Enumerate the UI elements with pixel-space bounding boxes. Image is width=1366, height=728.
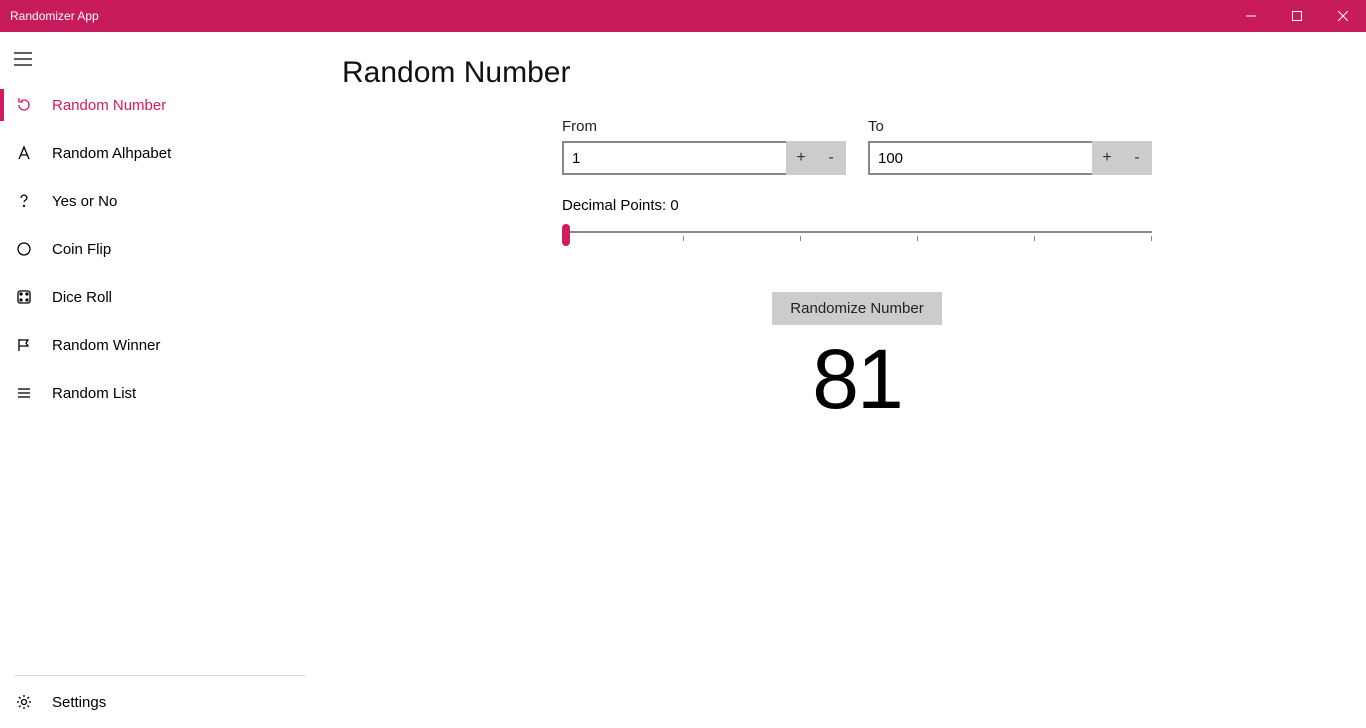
decimal-points-slider[interactable] (562, 224, 1152, 254)
randomize-button[interactable]: Randomize Number (772, 292, 941, 325)
maximize-button[interactable] (1274, 0, 1320, 32)
from-increment-button[interactable]: + (786, 141, 816, 175)
sidebar-item-settings[interactable]: Settings (0, 676, 320, 728)
minimize-button[interactable] (1228, 0, 1274, 32)
page-title: Random Number (342, 56, 1330, 90)
slider-track (566, 231, 1152, 233)
list-icon (14, 385, 34, 401)
sidebar-item-label: Random Alhpabet (52, 145, 171, 162)
sidebar-item-label: Dice Roll (52, 289, 112, 306)
from-decrement-button[interactable]: - (816, 141, 846, 175)
window-controls (1228, 0, 1366, 32)
from-label: From (562, 118, 846, 135)
to-increment-button[interactable]: + (1092, 141, 1122, 175)
coin-icon (14, 241, 34, 257)
settings-label: Settings (52, 694, 106, 711)
sidebar-item-yes-or-no[interactable]: Yes or No (0, 177, 320, 225)
sidebar-item-label: Random Winner (52, 337, 160, 354)
sidebar-item-random-winner[interactable]: Random Winner (0, 321, 320, 369)
sidebar-item-random-list[interactable]: Random List (0, 369, 320, 417)
sidebar-item-label: Yes or No (52, 193, 117, 210)
app-title: Randomizer App (10, 9, 99, 23)
dice-icon (14, 289, 34, 305)
refresh-icon (14, 97, 34, 113)
main-content: Random Number From + - To (320, 32, 1366, 728)
slider-thumb[interactable] (562, 224, 570, 246)
from-input[interactable] (562, 141, 786, 175)
decimal-points-label: Decimal Points: 0 (562, 197, 1152, 214)
to-decrement-button[interactable]: - (1122, 141, 1152, 175)
hamburger-button[interactable] (0, 38, 320, 81)
close-button[interactable] (1320, 0, 1366, 32)
sidebar-item-label: Coin Flip (52, 241, 111, 258)
sidebar: Random Number Random Alhpabet Yes or No … (0, 32, 320, 728)
question-icon (14, 193, 34, 209)
alphabet-icon (14, 145, 34, 161)
sidebar-item-random-number[interactable]: Random Number (0, 81, 320, 129)
sidebar-item-coin-flip[interactable]: Coin Flip (0, 225, 320, 273)
sidebar-item-dice-roll[interactable]: Dice Roll (0, 273, 320, 321)
to-input[interactable] (868, 141, 1092, 175)
sidebar-item-label: Random Number (52, 97, 166, 114)
to-label: To (868, 118, 1152, 135)
slider-ticks (566, 236, 1152, 241)
sidebar-item-random-alphabet[interactable]: Random Alhpabet (0, 129, 320, 177)
gear-icon (14, 694, 34, 710)
flag-icon (14, 337, 34, 353)
result-number: 81 (562, 331, 1152, 428)
sidebar-item-label: Random List (52, 385, 136, 402)
titlebar: Randomizer App (0, 0, 1366, 32)
